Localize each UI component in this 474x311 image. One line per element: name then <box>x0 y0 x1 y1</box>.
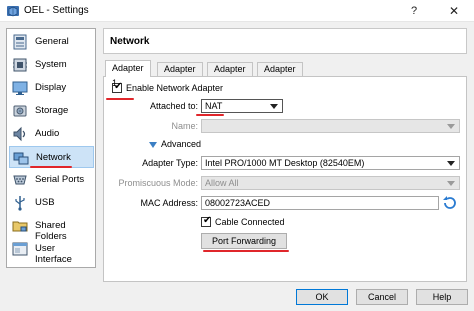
adapter-type-select[interactable]: Intel PRO/1000 MT Desktop (82540EM) <box>201 156 460 170</box>
help-button[interactable]: Help <box>416 289 468 305</box>
window-title: OEL - Settings <box>24 5 89 16</box>
sidebar-item-storage[interactable]: Storage <box>9 100 94 122</box>
promiscuous-mode-label: Promiscuous Mode: <box>118 178 198 188</box>
sidebar-item-label: Network <box>36 152 71 163</box>
network-annotation-underline <box>30 166 72 168</box>
section-header: Network <box>103 28 467 54</box>
sidebar-item-audio[interactable]: Audio <box>9 123 94 145</box>
mac-address-label: MAC Address: <box>140 198 198 208</box>
promiscuous-mode-select[interactable]: Allow All <box>201 176 460 190</box>
advanced-label: Advanced <box>161 139 202 149</box>
help-title-button[interactable]: ? <box>394 0 434 22</box>
mac-address-input[interactable]: 08002723ACED <box>201 196 439 210</box>
tab-adapter-1[interactable]: Adapter 1 <box>105 60 151 88</box>
system-icon <box>13 58 27 72</box>
port-forwarding-annotation-underline <box>203 250 289 252</box>
mac-address-value: 08002723ACED <box>205 198 271 208</box>
name-label: Name: <box>171 121 198 131</box>
attached-to-label: Attached to: <box>149 101 198 111</box>
chevron-down-icon <box>447 181 455 186</box>
adapter-type-label: Adapter Type: <box>142 158 198 168</box>
refresh-mac-icon[interactable] <box>442 195 458 211</box>
virtualbox-app-icon <box>7 6 19 17</box>
chevron-down-icon <box>447 161 455 166</box>
attached-to-value: NAT <box>205 101 223 111</box>
sidebar-item-shared-folders[interactable]: Shared Folders <box>9 215 94 242</box>
sidebar-item-display[interactable]: Display <box>9 77 94 99</box>
display-icon <box>12 81 28 95</box>
sidebar-item-general[interactable]: General <box>9 31 94 53</box>
tab-adapter-3[interactable]: Adapter 3 <box>207 62 253 87</box>
sidebar-item-label: User Interface <box>35 243 72 265</box>
tab-adapter-4[interactable]: Adapter 4 <box>257 62 303 87</box>
tab-adapter-2[interactable]: Adapter 2 <box>157 62 203 87</box>
chevron-down-icon <box>447 124 455 129</box>
name-select[interactable] <box>201 119 460 133</box>
checkmark-icon: ✔ <box>203 215 212 226</box>
cancel-button[interactable]: Cancel <box>356 289 408 305</box>
network-icon <box>13 152 29 165</box>
sidebar-item-label: System <box>35 59 67 70</box>
section-title: Network <box>110 36 150 47</box>
sidebar-item-label: Serial Ports <box>35 174 85 185</box>
sidebar-item-usb[interactable]: USB <box>9 192 94 214</box>
storage-icon <box>13 105 27 117</box>
enable-adapter-annotation-underline <box>106 98 134 100</box>
sidebar-item-system[interactable]: System <box>9 54 94 76</box>
cable-connected-label: Cable Connected <box>215 217 285 227</box>
title-bar: OEL - Settings ? ✕ <box>0 0 474 22</box>
nat-annotation-underline <box>196 114 224 116</box>
sidebar-item-user-interface[interactable]: User Interface <box>9 238 94 265</box>
ok-button[interactable]: OK <box>296 289 348 305</box>
sidebar-item-label: Storage <box>35 105 69 116</box>
sidebar-item-label: General <box>35 36 69 47</box>
serial-ports-icon <box>13 175 27 185</box>
sidebar-item-label: Display <box>35 82 67 93</box>
attached-to-select[interactable]: NAT <box>201 99 283 113</box>
expand-arrow-icon <box>149 142 157 148</box>
general-icon <box>13 34 27 50</box>
promiscuous-mode-value: Allow All <box>205 178 239 188</box>
settings-sidebar: General System Display Storage Audio Net… <box>6 28 96 268</box>
audio-icon <box>13 126 26 142</box>
sidebar-item-label: USB <box>35 197 55 208</box>
sidebar-item-serial-ports[interactable]: Serial Ports <box>9 169 94 191</box>
adapter-type-value: Intel PRO/1000 MT Desktop (82540EM) <box>205 158 365 168</box>
settings-content: Network Adapter 1 Adapter 2 Adapter 3 Ad… <box>103 28 467 282</box>
user-interface-icon <box>12 242 28 256</box>
cable-connected-checkbox[interactable]: ✔ <box>201 215 212 227</box>
sidebar-item-network[interactable]: Network <box>9 146 94 168</box>
sidebar-item-label: Audio <box>35 128 60 139</box>
port-forwarding-button[interactable]: Port Forwarding <box>201 233 287 249</box>
shared-folders-icon <box>12 221 28 232</box>
chevron-down-icon <box>270 104 278 109</box>
enable-adapter-label: Enable Network Adapter <box>126 83 224 93</box>
usb-icon <box>15 196 25 211</box>
close-window-button[interactable]: ✕ <box>434 0 474 22</box>
